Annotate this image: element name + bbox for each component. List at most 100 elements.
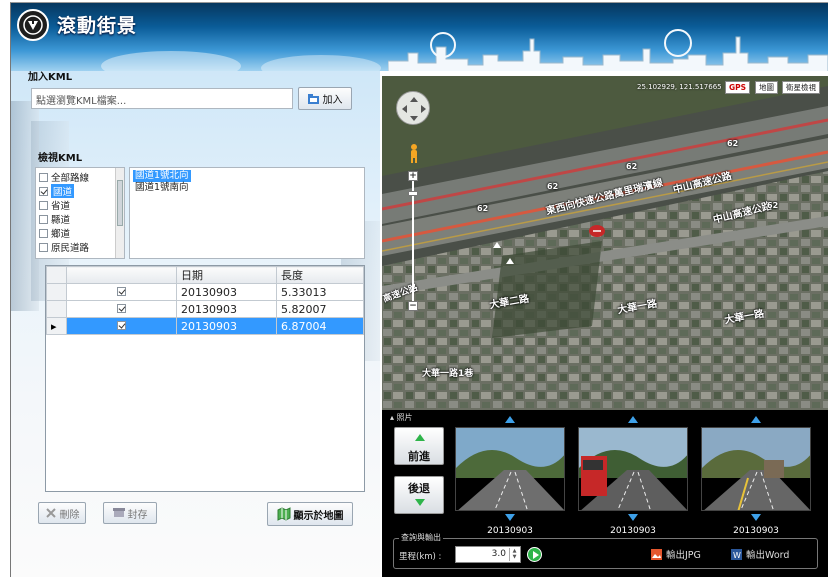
- add-button[interactable]: 加入: [298, 87, 352, 110]
- show-on-map-button[interactable]: 顯示於地圖: [267, 502, 353, 526]
- satellite-map[interactable]: 東西向快速公路萬里瑞濱線 中山高速公路 中山高速公路 62 62 62 62 6…: [382, 76, 828, 410]
- row-header[interactable]: [46, 300, 67, 318]
- export-jpg-label: 輸出JPG: [666, 550, 701, 561]
- photo-panel-label: ▴ 照片: [390, 413, 413, 422]
- kml-file-input[interactable]: 點選瀏覽KML檔案...: [31, 88, 293, 109]
- road-item[interactable]: 國道1號北向: [133, 170, 191, 182]
- mileage-value: 3.0: [491, 549, 506, 559]
- zoom-out-icon[interactable]: −: [408, 301, 418, 311]
- road-item[interactable]: 國道1號南向: [133, 182, 191, 194]
- header-cloud: [261, 55, 381, 71]
- forward-button-label: 前進: [408, 450, 430, 463]
- row-checkbox[interactable]: [117, 303, 126, 313]
- export-word-button[interactable]: W 輸出Word: [731, 547, 789, 561]
- category-label: 省道: [51, 201, 71, 212]
- grid-header-date[interactable]: 日期: [176, 266, 277, 284]
- row-checkbox[interactable]: [117, 286, 126, 296]
- coordinate-readout: 25.102929, 121.517665: [637, 83, 722, 91]
- street-photo[interactable]: [578, 427, 688, 511]
- photo-date: 20130903: [733, 526, 779, 536]
- table-row[interactable]: 20130903 5.82007: [46, 300, 364, 318]
- grid-header-length[interactable]: 長度: [276, 266, 364, 284]
- date-cell[interactable]: 20130903: [176, 317, 277, 335]
- back-button-label: 後退: [408, 482, 430, 495]
- category-checkbox[interactable]: [39, 200, 48, 210]
- satellite-view-button[interactable]: 衛星檢視: [782, 81, 820, 94]
- row-header[interactable]: [46, 283, 67, 301]
- word-document-icon: W: [731, 548, 742, 560]
- gps-button[interactable]: GPS: [725, 81, 751, 94]
- street-photo[interactable]: [455, 427, 565, 511]
- photo-prev-arrow-icon[interactable]: [505, 416, 515, 423]
- show-on-map-button-label: 顯示於地圖: [293, 510, 344, 522]
- archive-icon: [112, 508, 125, 517]
- grid-header-select[interactable]: [66, 266, 177, 284]
- image-icon: [651, 548, 662, 560]
- go-button[interactable]: [527, 547, 542, 562]
- category-item[interactable]: 全部路線: [39, 171, 90, 184]
- zoom-handle[interactable]: [408, 191, 418, 196]
- route-62-label: 62: [626, 162, 638, 171]
- street-view-pegman-icon[interactable]: [409, 144, 419, 164]
- satellite-imagery: [382, 76, 828, 410]
- street-photo[interactable]: [701, 427, 811, 511]
- map-view-button[interactable]: 地圖: [755, 81, 778, 94]
- zoom-in-icon[interactable]: +: [408, 171, 418, 181]
- row-select-cell[interactable]: [66, 317, 177, 335]
- row-select-cell[interactable]: [66, 300, 177, 318]
- category-item[interactable]: 縣道: [39, 213, 71, 226]
- category-scrollbar[interactable]: [115, 168, 124, 258]
- category-item[interactable]: 國道: [39, 184, 75, 198]
- length-cell[interactable]: 5.33013: [276, 283, 364, 301]
- category-checkbox[interactable]: [39, 186, 48, 196]
- category-label: 縣道: [51, 215, 71, 226]
- zoom-slider[interactable]: + −: [408, 171, 418, 311]
- export-jpg-button[interactable]: 輸出JPG: [651, 547, 701, 561]
- header-cloud: [101, 51, 241, 71]
- delete-button[interactable]: 刪除: [38, 502, 86, 524]
- category-label: 鄉道: [51, 229, 71, 240]
- photo-date: 20130903: [610, 526, 656, 536]
- pan-control[interactable]: [396, 91, 430, 125]
- add-button-label: 加入: [322, 95, 343, 106]
- date-cell[interactable]: 20130903: [176, 283, 277, 301]
- table-row[interactable]: 20130903 5.33013: [46, 283, 364, 301]
- seal-button[interactable]: 封存: [103, 502, 157, 524]
- photo-next-arrow-icon[interactable]: [751, 514, 761, 521]
- category-item[interactable]: 原民道路: [39, 241, 90, 254]
- scrollbar-thumb[interactable]: [117, 180, 123, 226]
- category-item[interactable]: 鄉道: [39, 227, 71, 240]
- photo-next-arrow-icon[interactable]: [628, 514, 638, 521]
- route-62-label: 62: [547, 182, 559, 191]
- category-label: 全部路線: [51, 173, 90, 184]
- route-grid[interactable]: 日期 長度 20130903 5.33013 20130903 5.82007 ▸ 201…: [45, 265, 365, 492]
- category-checkbox[interactable]: [39, 214, 48, 224]
- forward-button[interactable]: 前進: [394, 427, 444, 465]
- mileage-label: 里程(km) :: [399, 552, 442, 562]
- row-header[interactable]: ▸: [46, 317, 67, 335]
- row-select-cell[interactable]: [66, 283, 177, 301]
- photo-prev-arrow-icon[interactable]: [751, 416, 761, 423]
- category-checkbox[interactable]: [39, 228, 48, 238]
- photo-prev-arrow-icon[interactable]: [628, 416, 638, 423]
- delete-button-label: 刪除: [59, 509, 80, 521]
- date-cell[interactable]: 20130903: [176, 300, 277, 318]
- table-row[interactable]: ▸ 20130903 6.87004: [46, 317, 364, 335]
- back-button[interactable]: 後退: [394, 476, 444, 514]
- row-checkbox[interactable]: [117, 320, 126, 330]
- category-checkbox[interactable]: [39, 242, 48, 252]
- mileage-input[interactable]: 3.0 ▲ ▼: [455, 546, 521, 563]
- category-list[interactable]: 全部路線 國道省道縣道鄉道原民道路: [35, 167, 125, 259]
- road-list[interactable]: 國道1號北向 國道1號南向: [129, 167, 365, 259]
- category-label: 原民道路: [51, 243, 90, 254]
- app-logo: [17, 9, 49, 41]
- category-checkbox[interactable]: [39, 172, 48, 182]
- pan-arrows-icon: [402, 97, 426, 121]
- forward-arrow-icon: [415, 434, 425, 441]
- length-cell[interactable]: 6.87004: [276, 317, 364, 335]
- photo-next-arrow-icon[interactable]: [505, 514, 515, 521]
- category-item[interactable]: 省道: [39, 199, 71, 212]
- length-cell[interactable]: 5.82007: [276, 300, 364, 318]
- folder-add-icon: [307, 93, 319, 104]
- mileage-spinner[interactable]: ▲ ▼: [509, 548, 519, 561]
